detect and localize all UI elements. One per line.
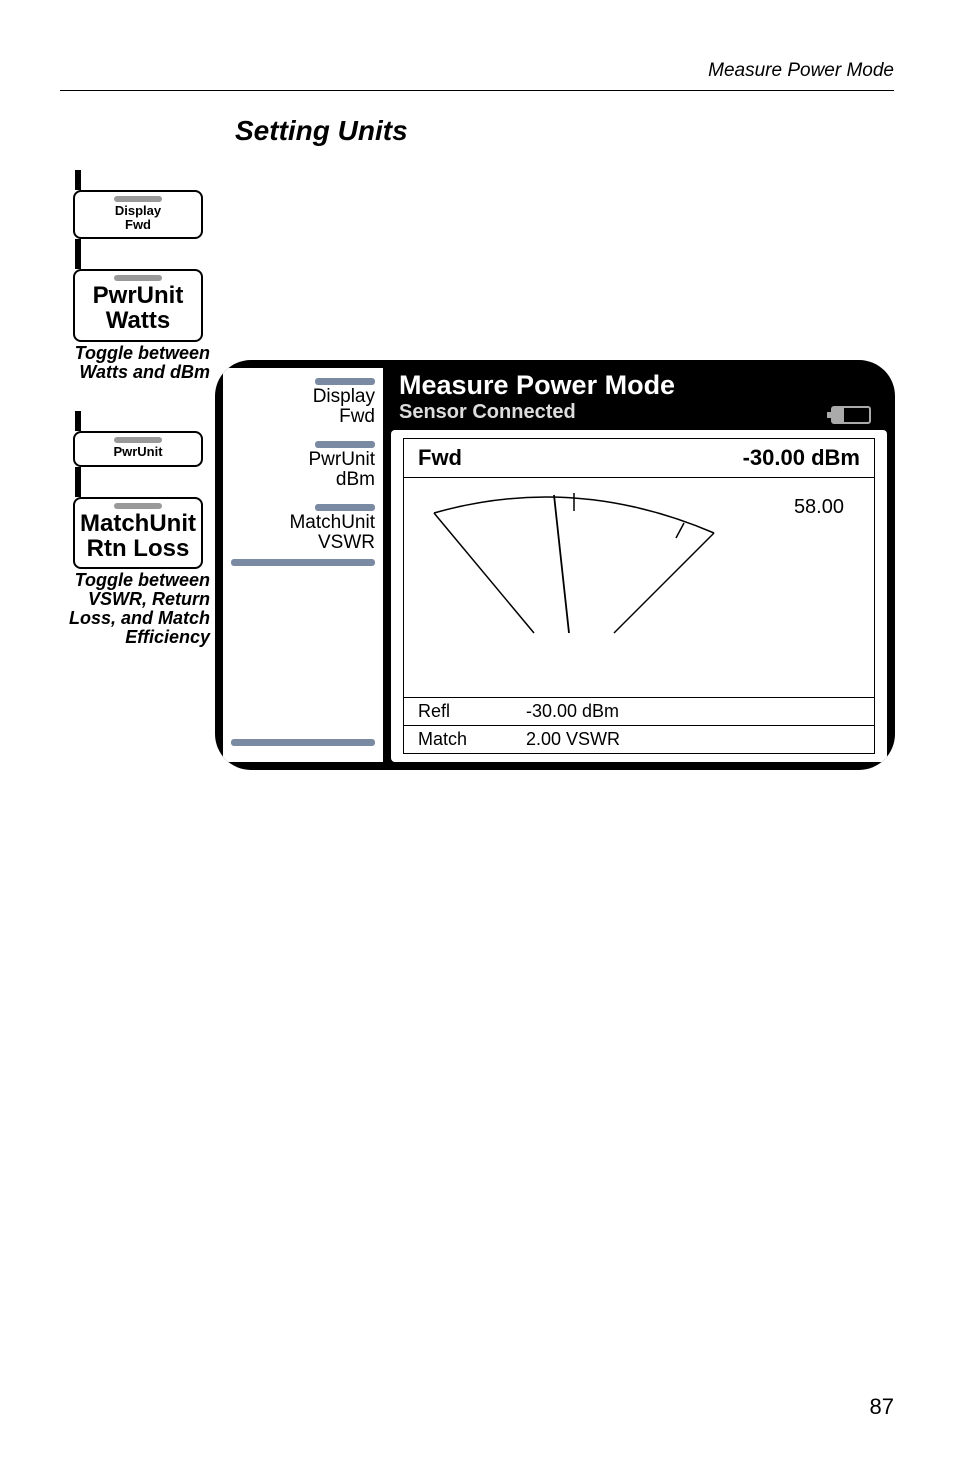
device-screen-body: Fwd -30.00 dBm 58.00 Refl -30.00 dBm	[391, 430, 887, 762]
softkey-label: MatchUnit	[79, 511, 197, 536]
softkey-pwrunit-small: PwrUnit	[73, 431, 203, 467]
section-title: Setting Units	[235, 115, 408, 147]
softkey-display-fwd-small: Display Fwd	[73, 190, 203, 239]
side-button-display[interactable]: Display Fwd	[231, 378, 375, 433]
softkey-label: Watts	[79, 308, 197, 333]
connector-line	[75, 467, 81, 497]
fwd-label: Fwd	[418, 445, 462, 471]
match-value: 2.00 VSWR	[526, 729, 620, 750]
gauge-icon	[414, 483, 734, 643]
softkey-caption: Toggle between Watts and dBm	[55, 344, 210, 382]
softkey-bar-icon	[315, 504, 375, 511]
softkey-pwrunit-watts: PwrUnit Watts	[73, 269, 203, 341]
header-rule	[60, 90, 894, 91]
page-number: 87	[870, 1394, 894, 1420]
side-button-pwrunit[interactable]: PwrUnit dBm	[231, 441, 375, 496]
battery-icon	[831, 406, 871, 424]
side-button-label: MatchUnit	[231, 513, 375, 533]
left-column: Display Fwd PwrUnit Watts Toggle between…	[55, 170, 210, 647]
softkey-label: Display	[79, 204, 197, 218]
refl-label: Refl	[418, 701, 486, 722]
match-readout-row: Match 2.00 VSWR	[403, 726, 875, 754]
softkey-label: PwrUnit	[79, 283, 197, 308]
fwd-value: -30.00 dBm	[743, 445, 860, 471]
running-head: Measure Power Mode	[708, 60, 894, 82]
device-subtitle: Sensor Connected	[399, 401, 879, 424]
softkey-caption: Toggle between VSWR, Return Loss, and Ma…	[55, 571, 210, 647]
softkey-label: Fwd	[79, 218, 197, 232]
fwd-readout-row: Fwd -30.00 dBm	[403, 438, 875, 478]
side-button-label: VSWR	[231, 533, 375, 553]
side-button-matchunit[interactable]: MatchUnit VSWR	[231, 504, 375, 574]
device-side-menu: Display Fwd PwrUnit dBm MatchUnit VSWR	[223, 368, 383, 762]
gauge-value: 58.00	[794, 496, 844, 519]
side-button-label: PwrUnit	[231, 450, 375, 470]
softkey-bar-icon	[315, 378, 375, 385]
device-title: Measure Power Mode	[399, 370, 879, 401]
softkey-matchunit-rtnloss: MatchUnit Rtn Loss	[73, 497, 203, 569]
device-main-area: Measure Power Mode Sensor Connected Fwd …	[383, 360, 895, 770]
device-titlebar: Measure Power Mode Sensor Connected	[391, 366, 887, 430]
softkey-label: PwrUnit	[79, 445, 197, 459]
connector-line	[75, 239, 81, 269]
refl-value: -30.00 dBm	[526, 701, 619, 722]
connector-line	[75, 170, 81, 190]
softkey-bar-icon	[315, 441, 375, 448]
side-button-label: Display	[231, 387, 375, 407]
side-button-label: dBm	[231, 470, 375, 490]
match-label: Match	[418, 729, 486, 750]
connector-line	[75, 411, 81, 431]
softkey-label: Rtn Loss	[79, 536, 197, 561]
refl-readout-row: Refl -30.00 dBm	[403, 698, 875, 726]
side-button-blank[interactable]	[231, 582, 375, 752]
device-screen: Display Fwd PwrUnit dBm MatchUnit VSWR M…	[215, 360, 895, 770]
side-button-label: Fwd	[231, 407, 375, 427]
analog-gauge: 58.00	[403, 478, 875, 698]
softkey-bar-icon	[231, 559, 375, 566]
softkey-bar-icon	[231, 739, 375, 746]
